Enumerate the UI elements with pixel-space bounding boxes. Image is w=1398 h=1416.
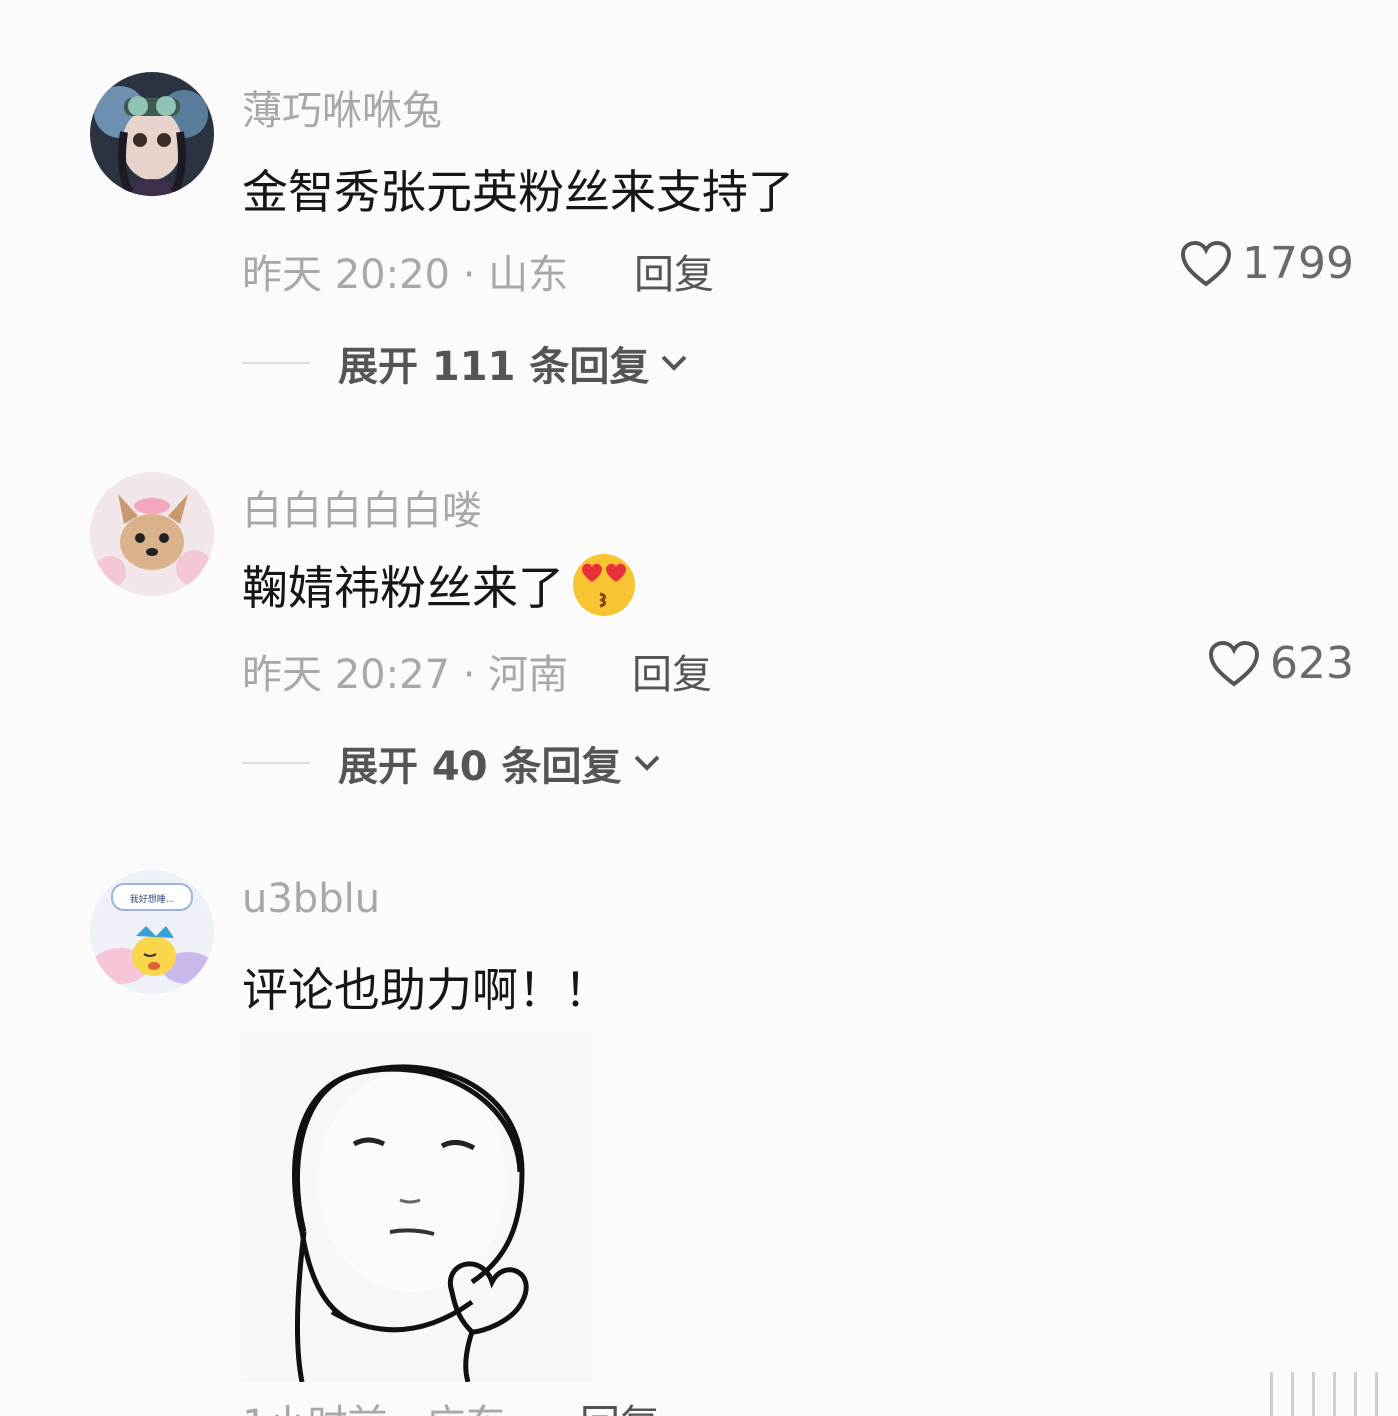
heart-outline-icon [1209,640,1260,687]
avatar-caption: 我好想睡... [130,893,175,905]
like-count: 1799 [1242,238,1354,289]
comment-time-location: 昨天 20:20 · 山东 [242,252,569,298]
comment-text: 金智秀张元英粉丝来支持了 [242,156,794,222]
divider-line [242,362,310,364]
avatar-image-icon: 我好想睡... [90,870,214,994]
avatar[interactable] [90,472,214,596]
avatar[interactable]: 我好想睡... [90,870,214,994]
reply-button[interactable]: 回复 [634,242,714,300]
username[interactable]: 白白白白白喽 [242,478,482,536]
kissing-heart-eyes-emoji-icon [573,554,635,616]
comment-text: 评论也助力啊！！ [242,954,610,1020]
avatar-image-icon [90,472,214,596]
like-button[interactable]: 1799 [1180,238,1354,289]
comment-time-location: 昨天 20:27 · 河南 [242,652,569,698]
username[interactable]: u3bblu [242,876,380,922]
avatar[interactable] [90,72,214,196]
reply-button[interactable]: 回复 [632,642,712,700]
expand-replies-button[interactable]: 展开 111 条回复 [242,334,689,392]
comment-text-content: 金智秀张元英粉丝来支持了 [242,165,794,219]
expand-replies-label: 展开 111 条回复 [338,344,650,390]
avatar-image-icon [90,72,214,196]
comment-text-content: 评论也助力啊！！ [242,963,610,1017]
username[interactable]: 薄巧咻咻兔 [242,78,442,136]
expand-replies-label: 展开 40 条回复 [338,744,622,790]
watermark-bars [1270,1372,1378,1416]
expand-replies-button[interactable]: 展开 40 条回复 [242,734,662,792]
chevron-down-icon [634,755,659,771]
divider-line [242,762,310,764]
comment-text-content: 鞠婧祎粉丝来了 [242,561,564,615]
heart-outline-icon [1181,240,1232,287]
like-count: 623 [1270,638,1354,689]
reply-button[interactable]: 回复 [580,1392,660,1416]
meme-face-sticker-icon [242,1032,592,1383]
chevron-down-icon [661,355,687,371]
comment-text: 鞠婧祎粉丝来了 [242,552,638,618]
like-button[interactable]: 623 [1208,638,1354,689]
comment-time-location: 1小时前 · 广东 [242,1392,506,1416]
meme-face-heart-hands-sticker[interactable] [242,1032,592,1383]
